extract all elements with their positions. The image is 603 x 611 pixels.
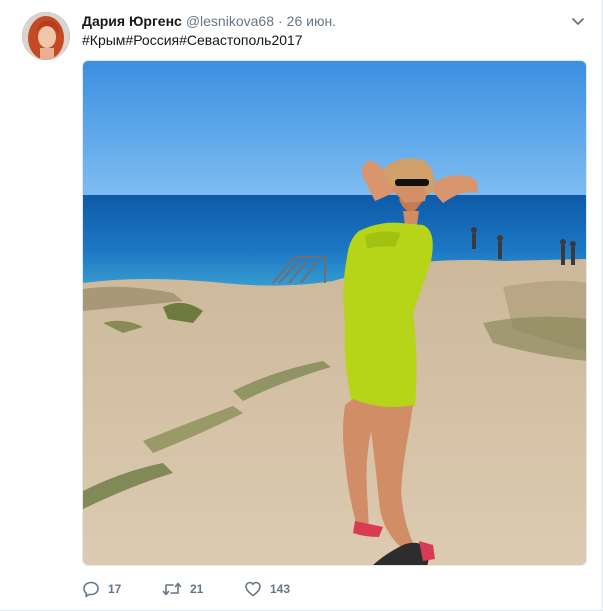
reply-icon — [83, 581, 99, 598]
retweet-icon — [162, 582, 182, 596]
tweet[interactable]: Дария Юргенс @lesnikova68 · 26 июн. #Крым#Р… — [0, 0, 603, 611]
tweet-header: Дария Юргенс @lesnikova68 · 26 июн. — [82, 12, 336, 30]
tweet-text: #Крым#Россия#Севастополь2017 — [82, 31, 303, 49]
reply-count: 17 — [108, 582, 122, 596]
separator-dot: · — [277, 13, 283, 29]
like-button[interactable]: 143 — [244, 578, 290, 600]
hashtag-link[interactable]: #Россия — [125, 32, 179, 48]
hashtag-link[interactable]: #Крым — [82, 32, 125, 48]
hashtag-link[interactable]: #Севастополь2017 — [179, 32, 302, 48]
timestamp[interactable]: 26 июн. — [287, 13, 336, 29]
more-options-chevron-down-icon[interactable] — [570, 14, 586, 30]
photo-image — [83, 61, 586, 565]
author-name[interactable]: Дария Юргенс — [82, 13, 182, 29]
reply-button[interactable]: 17 — [82, 578, 121, 600]
author-handle[interactable]: @lesnikova68 — [186, 13, 274, 29]
heart-icon — [245, 581, 261, 597]
retweet-count: 21 — [190, 582, 204, 596]
like-count: 143 — [270, 582, 291, 596]
tweet-photo[interactable] — [82, 60, 587, 566]
retweet-button[interactable]: 21 — [162, 578, 203, 600]
avatar[interactable] — [22, 12, 70, 60]
